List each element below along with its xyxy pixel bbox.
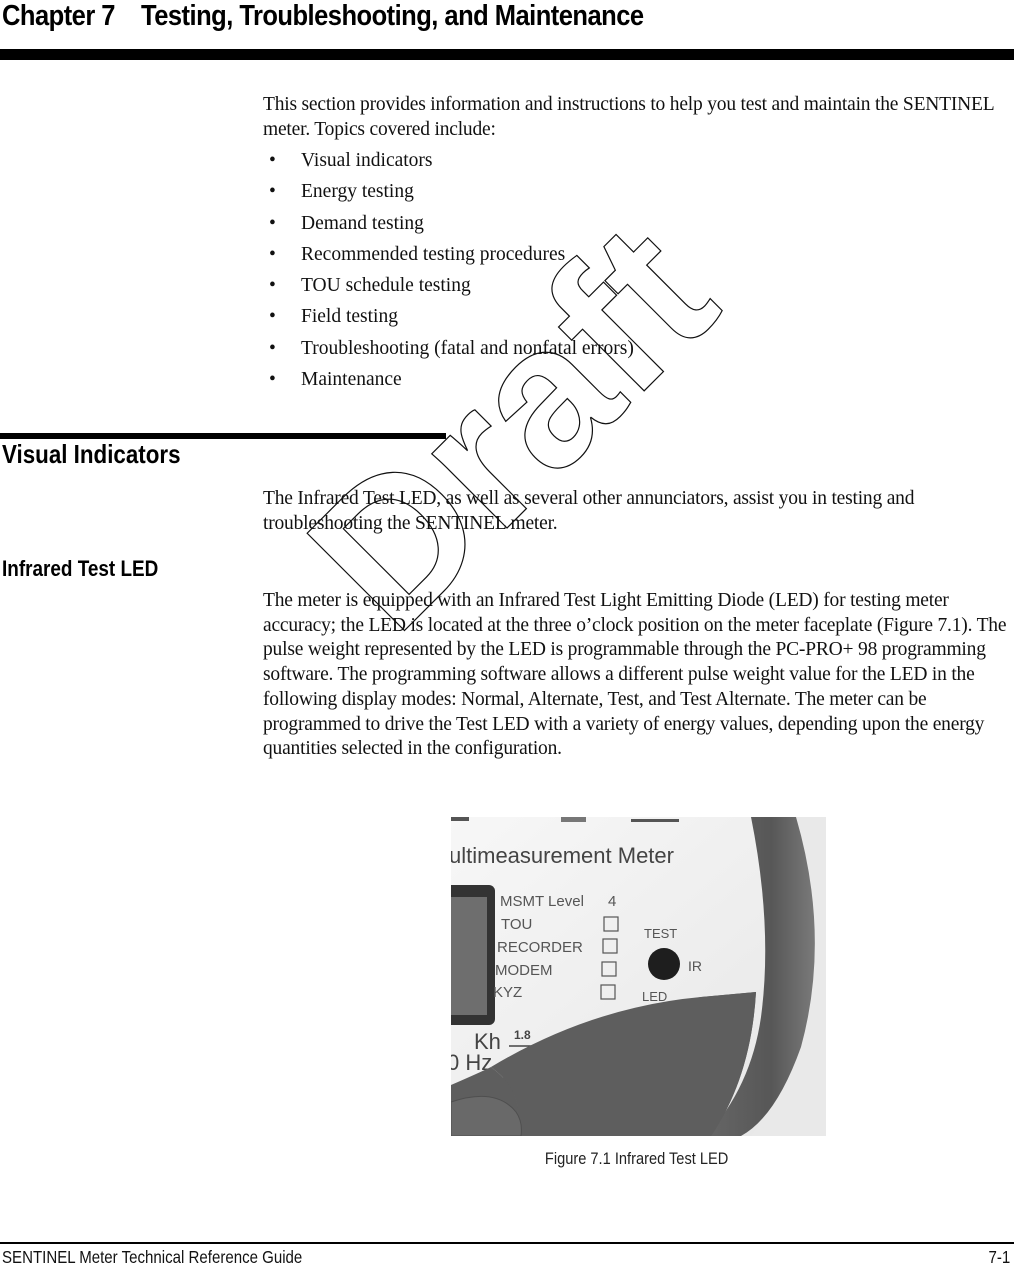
subsection-heading-infrared-test-led: Infrared Test LED xyxy=(2,556,159,581)
intro-paragraph: This section provides information and in… xyxy=(263,94,994,140)
msmt-level-value: 4 xyxy=(608,893,616,910)
photo-title-text: ultimeasurement Meter xyxy=(451,843,674,868)
bullet-icon: • xyxy=(269,369,276,391)
topic-item: • Visual indicators xyxy=(263,148,634,179)
section-heading-visual-indicators: Visual Indicators xyxy=(2,439,181,469)
bullet-icon: • xyxy=(269,337,276,359)
bullet-icon: • xyxy=(269,212,276,234)
topic-label: Troubleshooting (fatal and nonfatal erro… xyxy=(301,337,634,359)
bullet-icon: • xyxy=(269,306,276,328)
footer-page-number: 7-1 xyxy=(988,1247,1010,1267)
topic-item: • Field testing xyxy=(263,304,634,335)
msmt-level-label: MSMT Level xyxy=(500,893,584,910)
footer-rule xyxy=(0,1242,1014,1244)
topic-label: Field testing xyxy=(301,306,398,328)
figure-caption-text: Figure 7.1 Infrared Test LED xyxy=(544,1149,729,1168)
annunciator-label: RECORDER xyxy=(497,939,583,956)
bullet-icon: • xyxy=(269,181,276,203)
topic-item: • Troubleshooting (fatal and nonfatal err… xyxy=(263,336,634,367)
bullet-icon: • xyxy=(269,243,276,265)
kh-value: 1.8 xyxy=(514,1028,531,1042)
bullet-icon: • xyxy=(269,275,276,297)
chapter-number: Chapter 7 xyxy=(2,0,115,32)
topics-list: • Visual indicators • Energy testing • Dema… xyxy=(263,148,634,398)
annunciator-label: TOU xyxy=(501,916,532,933)
visual-indicators-paragraph: The Infrared Test LED, as well as severa… xyxy=(263,488,915,534)
chapter-title: Testing, Troubleshooting, and Maintenanc… xyxy=(141,0,644,32)
figure-caption: Figure 7.1 Infrared Test LED xyxy=(0,1149,1014,1169)
topic-label: Maintenance xyxy=(301,369,402,391)
topic-label: TOU schedule testing xyxy=(301,275,471,297)
topic-item: • Recommended testing procedures xyxy=(263,242,634,273)
led-ir-label: IR xyxy=(688,958,702,974)
header-rule xyxy=(0,49,1014,60)
footer-guide-title: SENTINEL Meter Technical Reference Guide xyxy=(2,1247,303,1267)
topic-label: Recommended testing procedures xyxy=(301,243,566,265)
annunciator-label: MODEM xyxy=(495,962,553,979)
topic-item: • TOU schedule testing xyxy=(263,273,634,304)
topic-item: • Demand testing xyxy=(263,211,634,242)
topic-item: • Maintenance xyxy=(263,367,634,398)
annunciator-label: KYZ xyxy=(493,984,522,1001)
led-led-label: LED xyxy=(642,989,667,1004)
topic-label: Energy testing xyxy=(301,181,414,203)
figure-meter-photo: ultimeasurement Meter MSMT Level 4 TOU R… xyxy=(451,817,826,1136)
topic-item: • Energy testing xyxy=(263,179,634,210)
chapter-heading: Chapter 7 Testing, Troubleshooting, and M… xyxy=(2,0,644,33)
bullet-icon: • xyxy=(269,150,276,171)
infrared-test-led-paragraph: The meter is equipped with an Infrared T… xyxy=(263,590,1007,760)
topic-label: Demand testing xyxy=(301,212,424,234)
led-test-label: TEST xyxy=(644,926,677,941)
infrared-led-icon xyxy=(648,948,680,980)
topic-label: Visual indicators xyxy=(301,150,433,171)
